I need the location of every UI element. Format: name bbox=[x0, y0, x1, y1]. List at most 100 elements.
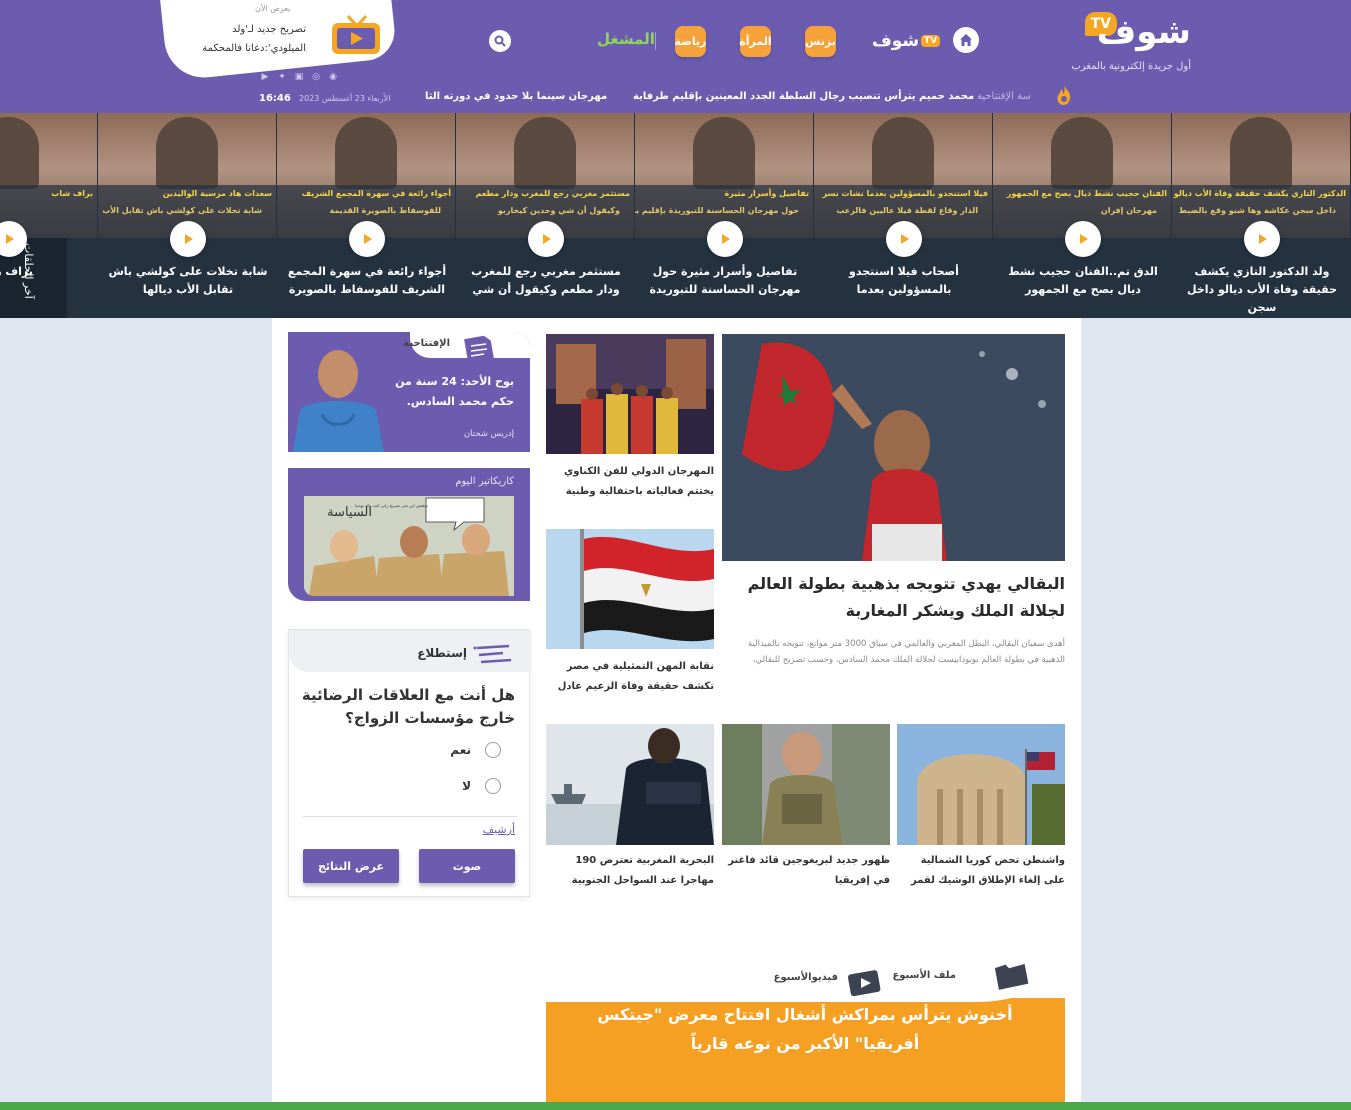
episode-title[interactable]: أصحاب فيلا اسنتجدو بالمسؤولين بعدما bbox=[822, 263, 986, 299]
episode-caption-line2: الدار وقاع لقطة فيلا عاليين فالرعب bbox=[836, 206, 978, 215]
opinion-title[interactable]: بوح الأحد: 24 سنة من حكم محمد السادس. bbox=[389, 372, 514, 412]
opinion-card[interactable]: الإفتتاحية بوح الأحد: 24 سنة من حكم محمد… bbox=[288, 332, 530, 452]
poll-option-label: نعم bbox=[450, 743, 471, 757]
episode-title[interactable]: براف ري bbox=[0, 263, 91, 281]
nav-mouchaghel[interactable]: المشغل bbox=[597, 30, 655, 48]
feature-title[interactable]: أخنوش يترأس بمراكش أشغال افتتاح معرض "جي… bbox=[585, 1000, 1025, 1058]
episode-caption-line1: براف شاب bbox=[51, 189, 93, 198]
episode-play-button[interactable] bbox=[349, 221, 385, 257]
latest-episodes-strip: ‹ › آخر الحلقات الدكتور التازي يكشف حقيق… bbox=[0, 113, 1351, 318]
episode-person bbox=[1051, 117, 1113, 189]
episode-caption-line1: الفنان حجيب نشط ديال بصح مع الجمهور bbox=[1006, 189, 1167, 198]
youtube-icon[interactable]: ▶ bbox=[259, 71, 271, 83]
play-icon bbox=[1259, 234, 1267, 244]
poll-results-button[interactable]: عرض النتائج bbox=[303, 849, 399, 883]
caricature-bubble-text: توقعش ابي شي تصريح راني كنت ولاد تهذيبا bbox=[355, 503, 428, 508]
episode-card[interactable]: فيلا استنجدو بالمسؤولين بعدما نشات نسر ال… bbox=[814, 113, 992, 318]
search-button[interactable] bbox=[489, 30, 511, 52]
side-article-title[interactable]: المهرجان الدولي للفن الكناوي يختتم فعالي… bbox=[546, 462, 714, 502]
poll-question: هل أنت مع العلاقات الرضائية خارج مؤسسات … bbox=[301, 686, 515, 727]
episode-play-button[interactable] bbox=[1244, 221, 1280, 257]
episode-caption-line2: داخل سجن عكاشة وها شنو وقع بالضبط bbox=[1178, 206, 1336, 215]
episode-card[interactable]: أجواء رائعة في سهرة المجمع الشريف للفوسفا… bbox=[277, 113, 455, 318]
nav-women[interactable]: المرأة bbox=[739, 26, 772, 57]
episode-card[interactable]: الفنان حجيب نشط ديال بصح مع الجمهور مهرجا… bbox=[993, 113, 1171, 318]
ticker-item[interactable]: مهرجان سينما بلا حدود في دورته الثا bbox=[425, 91, 607, 102]
episode-person bbox=[1230, 117, 1292, 189]
feature-of-week[interactable]: ملف الأسبوع فيديوالأسبوع أخنوش يترأس بمر… bbox=[546, 960, 1065, 1110]
poll-archive-link[interactable]: أرشيف bbox=[483, 823, 515, 836]
side-article[interactable]: المهرجان الدولي للفن الكناوي يختتم فعالي… bbox=[546, 334, 714, 504]
small-article-title[interactable]: واشنطن تحض كوريا الشمالية على إلغاء الإط… bbox=[897, 851, 1065, 891]
ticker-item[interactable]: سة الإفتتاحية bbox=[977, 91, 1031, 102]
side-article-title[interactable]: نقابة المهن التمثيلية في مصر تكشف حقيقة … bbox=[546, 657, 714, 697]
episode-title[interactable]: ولد الدكتور التازي يكشف حقيقة وفاة الأب … bbox=[1180, 263, 1344, 317]
episode-play-button[interactable] bbox=[707, 221, 743, 257]
episode-caption-line1: فيلا استنجدو بالمسؤولين بعدما نشات نسر bbox=[822, 189, 988, 198]
instagram-icon[interactable]: ◎ bbox=[310, 71, 322, 83]
episode-play-button[interactable] bbox=[170, 221, 206, 257]
episode-title[interactable]: الدق تم..الفنان حجيب نشط ديال بصح مع الج… bbox=[1001, 263, 1165, 299]
episode-card[interactable]: مستثمر مغربي رجع للمغرب ودار مطعم وكيقول … bbox=[456, 113, 634, 318]
play-icon bbox=[543, 234, 551, 244]
small-article-image bbox=[722, 724, 890, 845]
poll-vote-button[interactable]: صوت bbox=[419, 849, 515, 883]
poll-divider bbox=[303, 816, 517, 817]
poll-option-no[interactable]: لا bbox=[462, 778, 501, 794]
twitter-icon[interactable]: ✦ bbox=[276, 71, 288, 83]
episode-play-button[interactable] bbox=[1065, 221, 1101, 257]
tv-play-icon[interactable] bbox=[328, 14, 384, 56]
side-article-image bbox=[546, 529, 714, 649]
now-showing-title[interactable]: تصريح جديد لـ'ولد الميلودي':دعانا فالمحك… bbox=[188, 20, 306, 58]
caricature-image[interactable]: السياسة توقعش ابي شي تصريح راني كنت ولاد… bbox=[304, 496, 514, 596]
episode-play-button[interactable] bbox=[528, 221, 564, 257]
play-icon bbox=[722, 234, 730, 244]
news-ticker: 16:46 الأربعاء 23 أغسطس 2023 مهرجان سينم… bbox=[245, 84, 1085, 106]
caricature-card[interactable]: كاريكاتير اليوم السياسة توقعش ابي شي تصر… bbox=[288, 468, 530, 601]
episode-card[interactable]: براف شاب براف ري bbox=[0, 113, 97, 318]
site-logo[interactable]: TV شوف أول جريدة إلكترونية بالمغرب bbox=[1071, 8, 1192, 74]
facebook-icon[interactable]: ▣ bbox=[293, 71, 305, 83]
side-article[interactable]: نقابة المهن التمثيلية في مصر تكشف حقيقة … bbox=[546, 529, 714, 699]
episode-title[interactable]: مستثمر مغربي رجع للمغرب ودار مطعم وكيقول… bbox=[464, 263, 628, 299]
fire-icon bbox=[1057, 85, 1071, 105]
small-article-title[interactable]: ظهور جديد لبريغوجين قائد فاغنر في إفريقي… bbox=[722, 851, 890, 891]
social-links: ◉ ◎ ▣ ✦ ▶ bbox=[259, 71, 339, 83]
episode-play-button[interactable] bbox=[886, 221, 922, 257]
episode-thumbnail: مستثمر مغربي رجع للمغرب ودار مطعم وكيقول … bbox=[456, 113, 634, 238]
episode-card[interactable]: تفاصيل وأسرار مثيرة حول مهرجان الحساسنة ل… bbox=[635, 113, 813, 318]
video-icon bbox=[847, 970, 881, 997]
rss-icon[interactable]: ◉ bbox=[327, 71, 339, 83]
opinion-author[interactable]: إدريس شحتان bbox=[464, 429, 514, 439]
radio-button[interactable] bbox=[485, 778, 501, 794]
home-button[interactable] bbox=[953, 27, 979, 53]
poll-option-label: لا bbox=[462, 779, 471, 793]
bottom-bar bbox=[0, 1102, 1351, 1110]
episode-thumbnail: أجواء رائعة في سهرة المجمع الشريف للفوسفا… bbox=[277, 113, 455, 238]
poll-option-yes[interactable]: نعم bbox=[450, 742, 501, 758]
episode-card[interactable]: سعدات هاد مرسية الواليدين شابة تخلات على … bbox=[98, 113, 276, 318]
episode-title[interactable]: تفاصيل وأسرار مثيرة حول مهرجان الحساسنة … bbox=[643, 263, 807, 299]
episode-person bbox=[0, 117, 39, 189]
episode-person bbox=[156, 117, 218, 189]
episode-thumbnail: الدكتور التازي يكشف حقيقة وفاة الأب ديال… bbox=[1172, 113, 1350, 238]
episode-title[interactable]: شابة تخلات على كولشي باش تقابل الأب ديال… bbox=[106, 263, 270, 299]
feature-file-label: ملف الأسبوع bbox=[892, 970, 956, 981]
nav-business[interactable]: بزنس bbox=[805, 26, 836, 57]
logo-text: شوف bbox=[1096, 12, 1192, 52]
episode-title[interactable]: أجواء رائعة في سهرة المجمع الشريف للفوسف… bbox=[285, 263, 449, 299]
small-article-title[interactable]: البحرية المغربية تعترض 190 مهاجرا عند ال… bbox=[546, 851, 714, 891]
play-icon bbox=[6, 234, 14, 244]
radio-button[interactable] bbox=[485, 742, 501, 758]
episode-thumbnail: فيلا استنجدو بالمسؤولين بعدما نشات نسر ال… bbox=[814, 113, 992, 238]
hero-title[interactable]: البقالي يهدي تتويجه بذهبية بطولة العالم … bbox=[722, 570, 1065, 624]
nav-shoof-tv[interactable]: TV شوف bbox=[866, 26, 946, 56]
hero-image[interactable] bbox=[722, 334, 1065, 561]
episode-thumbnail: تفاصيل وأسرار مثيرة حول مهرجان الحساسنة ل… bbox=[635, 113, 813, 238]
episode-person bbox=[872, 117, 934, 189]
play-icon bbox=[364, 234, 372, 244]
ticker-item[interactable]: محمد حميم يترأس تنصيب رجال السلطة الجدد … bbox=[633, 91, 974, 102]
nav-sport[interactable]: رياضة bbox=[675, 26, 706, 57]
episode-caption-line1: تفاصيل وأسرار مثيرة bbox=[724, 189, 809, 198]
episode-card[interactable]: الدكتور التازي يكشف حقيقة وفاة الأب ديال… bbox=[1172, 113, 1350, 318]
